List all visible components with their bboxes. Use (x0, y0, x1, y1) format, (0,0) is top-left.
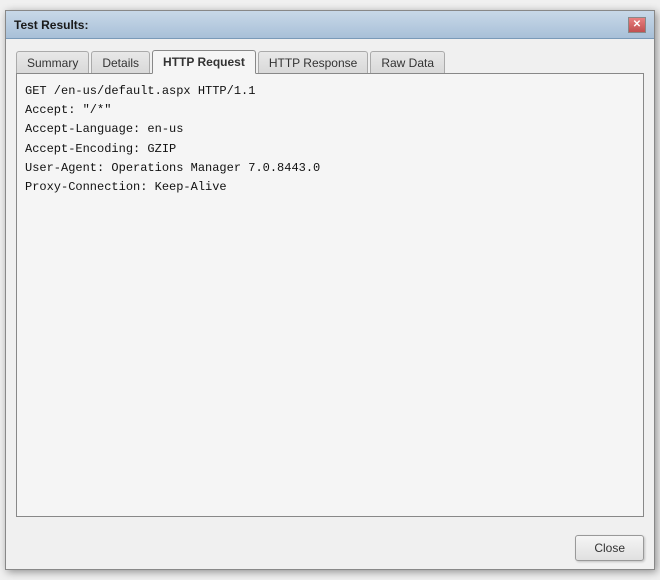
content-panel: GET /en-us/default.aspx HTTP/1.1 Accept:… (16, 73, 644, 517)
close-button[interactable]: Close (575, 535, 644, 561)
tab-details[interactable]: Details (91, 51, 150, 74)
tab-http-response[interactable]: HTTP Response (258, 51, 368, 74)
window-close-button[interactable]: ✕ (628, 17, 646, 33)
window-title: Test Results: (14, 18, 88, 32)
tab-raw-data[interactable]: Raw Data (370, 51, 445, 74)
tabs-container: Summary Details HTTP Request HTTP Respon… (16, 49, 644, 73)
footer: Close (6, 527, 654, 569)
title-bar: Test Results: ✕ (6, 11, 654, 39)
window-content: Summary Details HTTP Request HTTP Respon… (6, 39, 654, 527)
title-bar-buttons: ✕ (628, 17, 646, 33)
test-results-window: Test Results: ✕ Summary Details HTTP Req… (5, 10, 655, 570)
http-request-content: GET /en-us/default.aspx HTTP/1.1 Accept:… (25, 82, 635, 508)
tab-summary[interactable]: Summary (16, 51, 89, 74)
tab-http-request[interactable]: HTTP Request (152, 50, 256, 74)
